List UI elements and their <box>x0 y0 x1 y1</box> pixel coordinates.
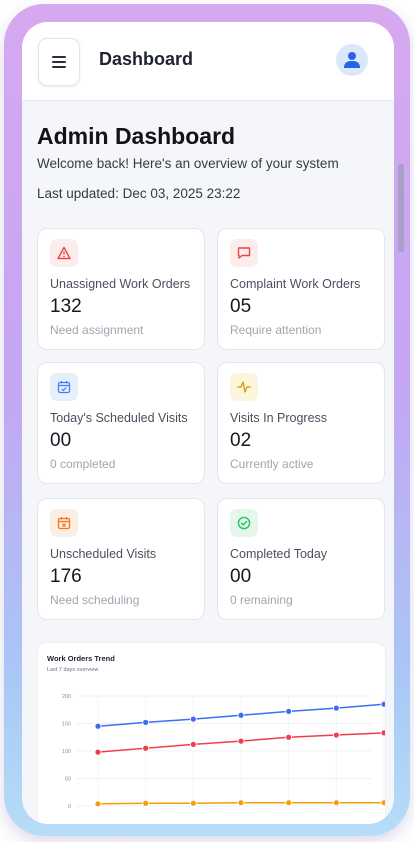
card-visits-in-progress[interactable]: Visits In Progress 02 Currently active <box>217 362 385 484</box>
card-value: 00 <box>230 566 252 587</box>
series-point-2[interactable] <box>380 799 385 807</box>
card-icon-box <box>230 509 258 537</box>
card-note: Need scheduling <box>50 593 140 607</box>
last-updated: Last updated: Dec 03, 2025 23:22 <box>37 186 241 201</box>
card-unscheduled-visits[interactable]: Unscheduled Visits 176 Need scheduling <box>37 498 205 620</box>
series-point-1[interactable] <box>380 729 385 737</box>
series-point-1[interactable] <box>332 731 340 739</box>
card-value: 05 <box>230 296 252 317</box>
top-bar: Dashboard <box>22 22 394 101</box>
work-orders-trend-chart: 200 150 100 50 0 <box>62 694 385 810</box>
card-note: Need assignment <box>50 323 144 337</box>
menu-button[interactable] <box>38 38 80 86</box>
card-note: Require attention <box>230 323 322 337</box>
y-tick-label: 50 <box>65 777 71 783</box>
card-icon-box <box>230 373 258 401</box>
card-unassigned-work-orders[interactable]: Unassigned Work Orders 132 Need assignme… <box>37 228 205 350</box>
page-subtitle: Welcome back! Here's an overview of your… <box>37 156 339 171</box>
card-icon-box <box>50 509 78 537</box>
card-label: Complaint Work Orders <box>230 277 361 291</box>
calendar-check-icon <box>57 381 71 394</box>
series-point-0[interactable] <box>142 719 150 726</box>
message-square-icon <box>237 247 251 259</box>
card-icon-box <box>50 239 78 267</box>
y-tick-label: 150 <box>62 722 71 728</box>
series-point-1[interactable] <box>189 741 197 748</box>
activity-icon <box>237 381 251 393</box>
series-point-0[interactable] <box>332 704 340 712</box>
card-label: Completed Today <box>230 547 328 561</box>
card-label: Today's Scheduled Visits <box>50 411 188 425</box>
card-label: Unscheduled Visits <box>50 547 157 561</box>
series-point-0[interactable] <box>94 722 102 730</box>
check-circle-icon <box>237 516 251 530</box>
card-label: Visits In Progress <box>230 411 328 425</box>
y-tick-label: 100 <box>62 749 71 755</box>
work-orders-trend-card: Work Orders Trend Last 7 days overview 2… <box>37 642 386 824</box>
card-value: 176 <box>50 566 82 587</box>
card-label: Unassigned Work Orders <box>50 277 191 291</box>
series-point-2[interactable] <box>142 799 150 807</box>
series-point-1[interactable] <box>285 733 293 741</box>
series-point-0[interactable] <box>237 711 245 719</box>
card-note: 0 remaining <box>230 593 293 607</box>
user-icon <box>344 52 360 68</box>
card-note: Currently active <box>230 457 314 471</box>
series-point-0[interactable] <box>285 708 293 715</box>
device-frame: Dashboard Admin Dashboard Welcome back! … <box>4 4 410 836</box>
scrollbar-thumb[interactable] <box>398 164 404 252</box>
card-value: 02 <box>230 430 252 451</box>
series-point-0[interactable] <box>189 715 197 723</box>
card-completed-today[interactable]: Completed Today 00 0 remaining <box>217 498 385 620</box>
card-todays-scheduled-visits[interactable]: Today's Scheduled Visits 00 0 completed <box>37 362 205 484</box>
card-value: 00 <box>50 430 72 451</box>
series-point-2[interactable] <box>94 800 102 808</box>
series-point-1[interactable] <box>237 737 245 745</box>
app-screen: Dashboard Admin Dashboard Welcome back! … <box>22 22 394 824</box>
avatar-button[interactable] <box>336 44 368 76</box>
page-title: Admin Dashboard <box>37 123 236 149</box>
card-complaint-work-orders[interactable]: Complaint Work Orders 05 Require attenti… <box>217 228 385 350</box>
series-point-1[interactable] <box>142 744 150 752</box>
series-point-0[interactable] <box>380 700 385 708</box>
series-point-2[interactable] <box>285 799 293 807</box>
series-point-2[interactable] <box>332 799 340 807</box>
hamburger-icon <box>52 56 66 68</box>
card-note: 0 completed <box>50 457 116 471</box>
series-point-1[interactable] <box>94 748 102 756</box>
calendar-x-icon <box>57 517 71 530</box>
y-tick-label: 0 <box>68 804 71 810</box>
warning-triangle-icon <box>57 246 71 260</box>
card-value: 132 <box>50 296 82 317</box>
series-point-2[interactable] <box>189 799 197 807</box>
series-point-2[interactable] <box>237 799 245 807</box>
card-icon-box <box>50 373 78 401</box>
topbar-title: Dashboard <box>99 49 194 69</box>
card-icon-box <box>230 239 258 267</box>
y-tick-label: 200 <box>62 694 71 700</box>
